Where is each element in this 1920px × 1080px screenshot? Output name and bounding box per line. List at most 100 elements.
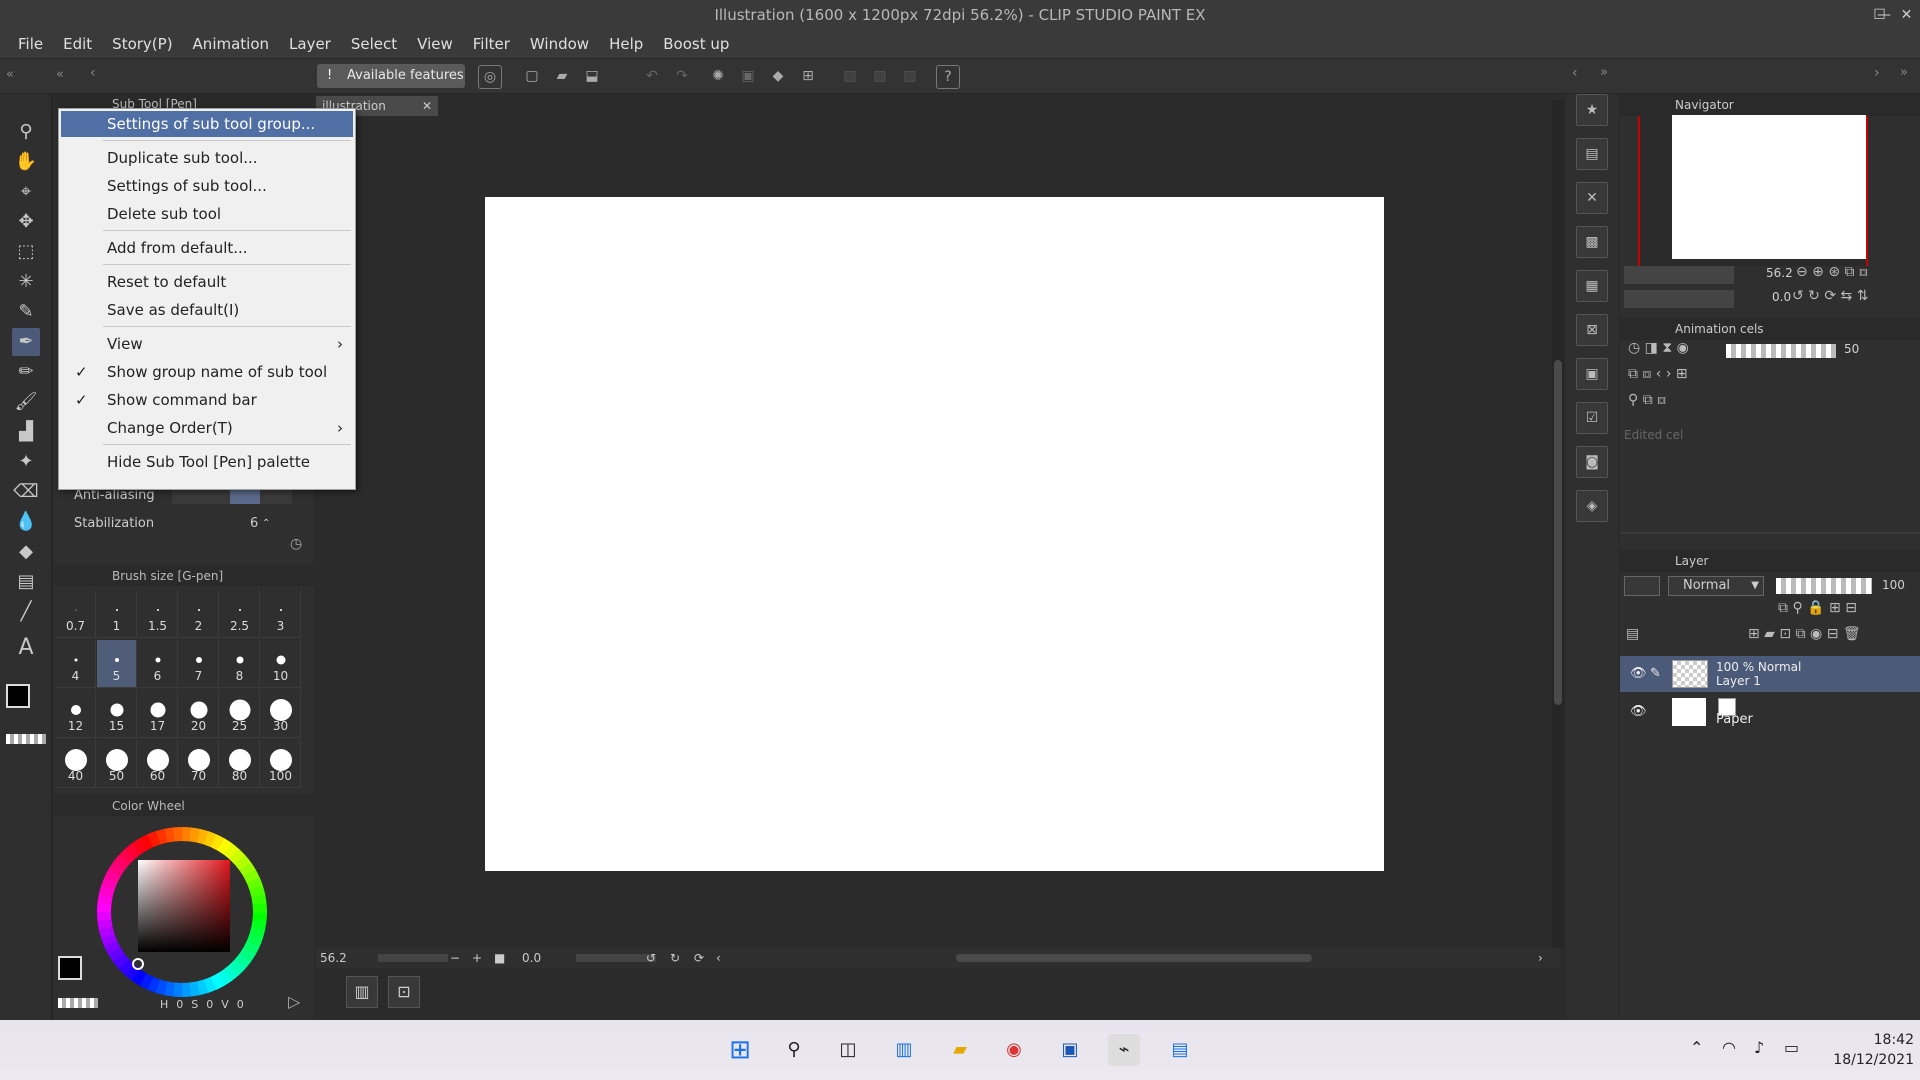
- blend-tool-icon[interactable]: 💧: [12, 508, 40, 536]
- expand-right-icon-2[interactable]: »: [1900, 65, 1908, 80]
- brush-size-40[interactable]: 40: [56, 740, 96, 788]
- maximize-icon[interactable]: ☐: [1866, 0, 1893, 30]
- brush-size-3[interactable]: 3: [261, 590, 301, 638]
- frame-icon[interactable]: ⊡: [388, 976, 420, 1008]
- stabilization-value[interactable]: 6: [250, 512, 258, 536]
- history-icon[interactable]: ▦: [1576, 270, 1608, 302]
- brush-size-2[interactable]: 2: [179, 590, 219, 638]
- scroll-right-icon[interactable]: ›: [1538, 948, 1543, 968]
- operation-tool-icon[interactable]: ⌖: [12, 178, 40, 206]
- layer-opacity-slider[interactable]: [1776, 578, 1872, 594]
- zoom-slider[interactable]: [378, 954, 448, 962]
- layer-color-selector[interactable]: [1624, 576, 1660, 596]
- save-icon[interactable]: ⬓: [580, 65, 604, 89]
- file-explorer-icon[interactable]: ▰: [944, 1034, 976, 1066]
- wheel-main-color[interactable]: [58, 956, 82, 980]
- brush-size-1-5[interactable]: 1.5: [138, 590, 178, 638]
- selection-icon-3[interactable]: ▨: [898, 65, 922, 89]
- brush-size-20[interactable]: 20: [179, 690, 219, 738]
- chevron-left-icon-right[interactable]: ‹: [1572, 65, 1578, 81]
- brush-size-12[interactable]: 12: [56, 690, 96, 738]
- open-file-icon[interactable]: ▰: [550, 65, 574, 89]
- context-menu-item-12[interactable]: Hide Sub Tool [Pen] palette: [61, 449, 353, 475]
- close-panel-icon[interactable]: ✕: [1576, 182, 1608, 214]
- brush-size-6[interactable]: 6: [138, 640, 178, 688]
- context-menu-item-6[interactable]: Reset to default: [61, 269, 353, 295]
- store-icon[interactable]: ▣: [1054, 1034, 1086, 1066]
- start-icon[interactable]: ⊞: [724, 1034, 756, 1066]
- menu-window[interactable]: Window: [520, 35, 599, 53]
- brush-size-15[interactable]: 15: [97, 690, 137, 738]
- clock[interactable]: 18:42 18/12/2021: [1820, 1030, 1914, 1070]
- context-menu-item-8[interactable]: View ›: [61, 331, 353, 357]
- selection-tool-icon[interactable]: ⬚: [12, 238, 40, 266]
- brush-size-100[interactable]: 100: [261, 740, 301, 788]
- zoom-out-icon[interactable]: −: [450, 948, 460, 968]
- info-panel-icon[interactable]: ◈: [1576, 490, 1608, 522]
- vertical-scrollbar[interactable]: [1552, 100, 1564, 948]
- sub-view-icon[interactable]: ◙: [1576, 446, 1608, 478]
- cel-toolbar-2[interactable]: ⧉ ⧈ ‹ › ⊞: [1628, 366, 1688, 382]
- notepad-icon[interactable]: ▤: [1164, 1034, 1196, 1066]
- search-icon[interactable]: ⚲: [778, 1034, 810, 1066]
- horizontal-scroll-thumb[interactable]: [956, 954, 1312, 962]
- scroll-left-icon[interactable]: ‹: [716, 948, 721, 968]
- brush-size-30[interactable]: 30: [261, 690, 301, 738]
- material-icon[interactable]: ★: [1576, 94, 1608, 126]
- context-menu-item-2[interactable]: Duplicate sub tool...: [61, 145, 353, 171]
- stepper-icon[interactable]: ⌃: [262, 512, 270, 536]
- cel-toolbar-1[interactable]: ◷ ◨ ⧗ ◉: [1628, 340, 1689, 356]
- brush-size-5[interactable]: 5: [97, 640, 137, 688]
- close-icon[interactable]: ✕: [1893, 0, 1920, 30]
- nav-zoom-value[interactable]: 56.2: [1766, 266, 1793, 280]
- context-menu-item-7[interactable]: Save as default(I): [61, 297, 353, 323]
- rotate-left-icon[interactable]: ↺: [646, 948, 656, 968]
- layer-row-layer-1[interactable]: 👁 ✎ 100 % Normal Layer 1: [1620, 656, 1920, 692]
- help-icon[interactable]: ?: [936, 65, 960, 89]
- menu-filter[interactable]: Filter: [463, 35, 520, 53]
- zoom-in-icon[interactable]: +: [472, 948, 482, 968]
- selection-icon[interactable]: ▨: [838, 65, 862, 89]
- visibility-eye-icon[interactable]: 👁: [1630, 666, 1647, 681]
- menu-animation[interactable]: Animation: [183, 35, 279, 53]
- clip-studio-taskbar-icon[interactable]: ⌁: [1108, 1034, 1140, 1066]
- brush-size-10[interactable]: 10: [261, 640, 301, 688]
- brush-size-60[interactable]: 60: [138, 740, 178, 788]
- pen-tool-icon[interactable]: ✒: [12, 328, 40, 356]
- cel-toolbar-3[interactable]: ⚲ ⧉ ⧈: [1628, 392, 1666, 408]
- rotation-value[interactable]: 0.0: [522, 948, 541, 968]
- brush-size-2-5[interactable]: 2.5: [220, 590, 260, 638]
- decoration-tool-icon[interactable]: ✦: [12, 448, 40, 476]
- available-features-button[interactable]: ! Available features: [317, 64, 465, 88]
- eyedropper-icon[interactable]: ✎: [12, 298, 40, 326]
- layer-lock-buttons[interactable]: ⧉ ⚲ 🔒 ⊞ ⊟: [1778, 600, 1857, 616]
- nav-rotate-buttons[interactable]: ↺ ↻ ⟳ ⇆ ⇅: [1792, 288, 1868, 304]
- color-wheel[interactable]: [94, 824, 270, 1000]
- vertical-scroll-thumb[interactable]: [1554, 360, 1562, 705]
- context-menu-item-5[interactable]: Add from default...: [61, 235, 353, 261]
- menu-file[interactable]: File: [8, 35, 53, 53]
- main-color-swatch[interactable]: [6, 684, 30, 708]
- rotate-right-icon[interactable]: ↻: [670, 948, 680, 968]
- undo-icon[interactable]: ↶: [640, 65, 664, 89]
- pencil-tool-icon[interactable]: ✏: [12, 358, 40, 386]
- zoom-value[interactable]: 56.2: [320, 948, 347, 968]
- play-icon[interactable]: ▷: [288, 992, 300, 1011]
- layer-menu-icon[interactable]: ▤: [1626, 626, 1639, 642]
- onion-opacity-value[interactable]: 50: [1844, 342, 1859, 356]
- nav-rotation-value[interactable]: 0.0: [1772, 290, 1791, 304]
- fit-icon[interactable]: ■: [494, 948, 505, 968]
- wheel-transparent[interactable]: [58, 998, 98, 1008]
- transparent-color-swatch[interactable]: [6, 734, 46, 744]
- loading-icon[interactable]: ✺: [706, 65, 730, 89]
- eraser-tool-icon[interactable]: ⌫: [12, 478, 40, 506]
- brush-size-50[interactable]: 50: [97, 740, 137, 788]
- context-menu-item-10[interactable]: Show command bar ✓: [61, 387, 353, 413]
- chrome-icon[interactable]: ◉: [998, 1034, 1030, 1066]
- layer-opacity-value[interactable]: 100: [1882, 578, 1905, 592]
- item-bank-icon[interactable]: ▣: [1576, 358, 1608, 390]
- reset-rotation-icon[interactable]: ⟳: [694, 948, 704, 968]
- clip-studio-icon[interactable]: ◎: [478, 65, 502, 89]
- layer-action-buttons[interactable]: ⊞ ▰ ⊡ ⧉ ◉ ⊟ 🗑: [1748, 626, 1861, 642]
- layer-row-paper[interactable]: 👁 Paper: [1620, 694, 1920, 730]
